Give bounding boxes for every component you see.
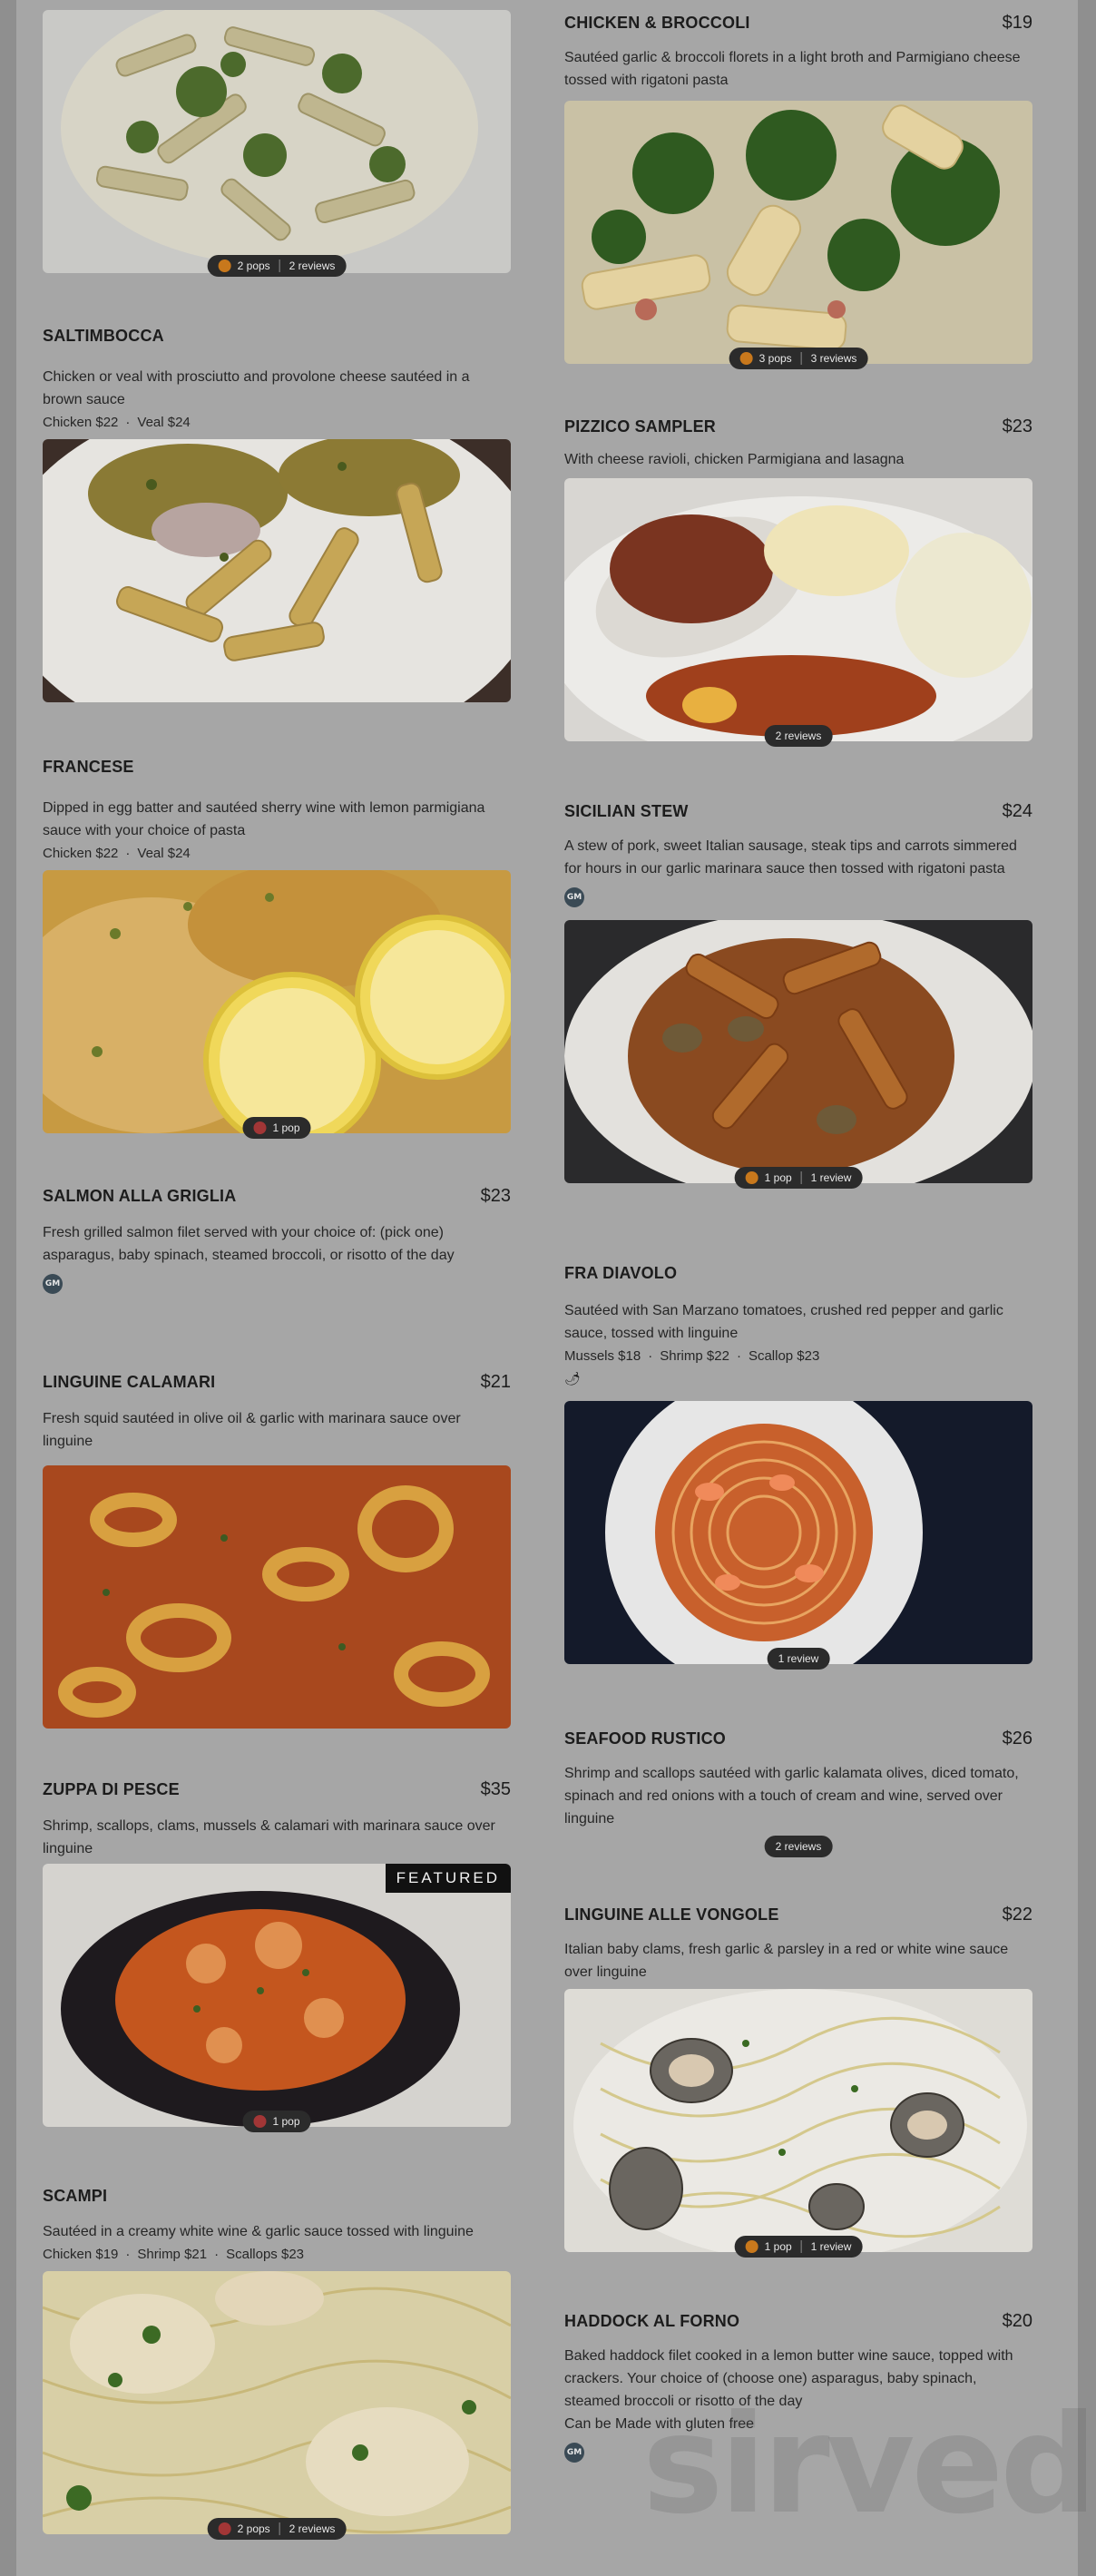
reviewer-avatar[interactable]: GM — [564, 887, 584, 907]
dish-photo[interactable] — [564, 101, 1032, 364]
dish-image — [564, 101, 1032, 364]
dish-description: Sautéed garlic & broccoli florets in a l… — [564, 50, 1021, 88]
dish-price: $22 — [1002, 1905, 1032, 1925]
reviewer-avatar[interactable]: GM — [564, 2443, 584, 2463]
dish-photo[interactable] — [564, 1401, 1032, 1664]
dish-photo[interactable] — [564, 1989, 1032, 2252]
dish-photo[interactable] — [564, 920, 1032, 1183]
dish-description: Sautéed with San Marzano tomatoes, crush… — [564, 1303, 1003, 1341]
review-badge[interactable]: 1 pop — [242, 2111, 311, 2132]
dish-description: Shrimp, scallops, clams, mussels & calam… — [43, 1818, 495, 1856]
dish-description: Sautéed in a creamy white wine & garlic … — [43, 2224, 474, 2239]
dish-name: CHICKEN & BROCCOLI — [564, 14, 750, 32]
review-badge[interactable]: 1 pop 1 review — [734, 2236, 863, 2258]
dish-options: Chicken $19 · Shrimp $21 · Scallops $23 — [43, 2247, 305, 2262]
dish-name: SALTIMBOCCA — [43, 327, 164, 345]
dish-photo[interactable] — [43, 439, 511, 702]
review-badge[interactable]: 2 reviews — [764, 725, 833, 747]
menu-item[interactable]: SALMON ALLA GRIGLIA $23 Fresh grilled sa… — [43, 1186, 511, 1294]
dish-image — [43, 1864, 511, 2127]
review-badge[interactable]: 1 pop — [242, 1117, 311, 1139]
dish-options: Chicken $22 · Veal $24 — [43, 415, 191, 430]
review-badge[interactable]: 2 pops 2 reviews — [207, 2518, 347, 2540]
dish-name: SALMON ALLA GRIGLIA — [43, 1187, 237, 1205]
pop-icon — [218, 260, 231, 272]
dish-photo[interactable] — [43, 1465, 511, 1729]
menu-item[interactable]: 2 pops 2 reviews — [43, 1, 511, 277]
dish-name: PIZZICO SAMPLER — [564, 417, 717, 436]
dish-name: FRA DIAVOLO — [564, 1264, 678, 1282]
featured-tag: FEATURED — [385, 1864, 511, 1893]
dish-name: ZUPPA DI PESCE — [43, 1780, 180, 1798]
pop-icon — [745, 2240, 758, 2253]
menu-item[interactable]: ZUPPA DI PESCE $35 Shrimp, scallops, cla… — [43, 1779, 511, 2132]
dish-image — [43, 2271, 511, 2534]
review-badge[interactable]: 1 review — [767, 1648, 830, 1670]
dish-price: $19 — [1002, 13, 1032, 33]
pop-icon — [253, 1121, 267, 1134]
dish-description: Fresh squid sautéed in olive oil & garli… — [43, 1411, 461, 1449]
review-badge[interactable]: 1 pop 1 review — [734, 1167, 863, 1189]
dish-photo[interactable] — [43, 870, 511, 1133]
menu-item[interactable]: FRANCESE Dipped in egg batter and sautée… — [43, 758, 511, 1139]
dish-photo[interactable] — [564, 478, 1032, 741]
dish-description: Shrimp and scallops sautéed with garlic … — [564, 1766, 1019, 1827]
dish-image — [564, 478, 1032, 741]
dish-price: $24 — [1002, 801, 1032, 821]
dish-photo[interactable]: FEATURED — [43, 1864, 511, 2127]
review-badge[interactable]: 3 pops 3 reviews — [729, 348, 868, 369]
pop-icon — [253, 2115, 267, 2128]
dish-options: Mussels $18 · Shrimp $22 · Scallop $23 — [564, 1348, 820, 1364]
pop-icon — [745, 1171, 758, 1184]
dish-price: $23 — [1002, 416, 1032, 436]
dish-price: $20 — [1002, 2311, 1032, 2331]
menu-item[interactable]: SICILIAN STEW $24 A stew of pork, sweet … — [564, 801, 1032, 1189]
dish-description: Dipped in egg batter and sautéed sherry … — [43, 800, 485, 838]
review-badge[interactable]: 2 pops 2 reviews — [207, 255, 347, 277]
menu-item[interactable]: SALTIMBOCCA Chicken or veal with prosciu… — [43, 327, 511, 702]
dish-image — [43, 870, 511, 1133]
dish-name: FRANCESE — [43, 758, 134, 776]
dish-image — [43, 439, 511, 702]
dish-name: LINGUINE ALLE VONGOLE — [564, 1905, 779, 1924]
dish-price: $23 — [480, 1186, 511, 1206]
menu-item[interactable]: FRA DIAVOLO Sautéed with San Marzano tom… — [564, 1264, 1032, 1670]
dish-image — [564, 1401, 1032, 1664]
menu-item[interactable]: LINGUINE ALLE VONGOLE $22 Italian baby c… — [564, 1905, 1032, 2258]
dish-image — [564, 1989, 1032, 2252]
spicy-icon: 🌶 — [564, 1371, 581, 1386]
dish-name: LINGUINE CALAMARI — [43, 1373, 216, 1391]
dish-name: HADDOCK AL FORNO — [564, 2312, 740, 2330]
reviewer-avatar[interactable]: GM — [43, 1274, 63, 1294]
pop-icon — [739, 352, 753, 365]
dish-description: A stew of pork, sweet Italian sausage, s… — [564, 838, 1017, 877]
dish-description: Chicken or veal with prosciutto and prov… — [43, 369, 470, 407]
dish-description: Italian baby clams, fresh garlic & parsl… — [564, 1942, 1009, 1980]
menu-item[interactable]: PIZZICO SAMPLER $23 With cheese ravioli,… — [564, 416, 1032, 747]
dish-description: Fresh grilled salmon filet served with y… — [43, 1225, 455, 1263]
menu-item[interactable]: SEAFOOD RUSTICO $26 Shrimp and scallops … — [564, 1729, 1032, 1857]
review-badge[interactable]: 2 reviews — [764, 1836, 833, 1857]
dish-image — [43, 10, 511, 273]
menu-item[interactable]: LINGUINE CALAMARI $21 Fresh squid sautée… — [43, 1372, 511, 1729]
dish-name: SCAMPI — [43, 2187, 108, 2205]
menu-item[interactable]: CHICKEN & BROCCOLI $19 Sautéed garlic & … — [564, 13, 1032, 369]
dish-name: SICILIAN STEW — [564, 802, 689, 820]
dish-price: $26 — [1002, 1729, 1032, 1748]
dish-options: Chicken $22 · Veal $24 — [43, 846, 191, 861]
dish-description: With cheese ravioli, chicken Parmigiana … — [564, 452, 905, 467]
dish-photo[interactable] — [43, 10, 511, 273]
dish-price: $21 — [480, 1372, 511, 1392]
sirved-watermark: sirved — [642, 2386, 1096, 2544]
dish-price: $35 — [480, 1779, 511, 1799]
menu-item[interactable]: SCAMPI Sautéed in a creamy white wine & … — [43, 2187, 511, 2540]
dish-image — [564, 920, 1032, 1183]
menu-page: 2 pops 2 reviews SALTIMBOCCA Chicken or … — [16, 0, 1096, 2576]
dish-name: SEAFOOD RUSTICO — [564, 1729, 727, 1748]
dish-image — [43, 1465, 511, 1729]
dish-photo[interactable] — [43, 2271, 511, 2534]
pop-icon — [218, 2522, 231, 2535]
